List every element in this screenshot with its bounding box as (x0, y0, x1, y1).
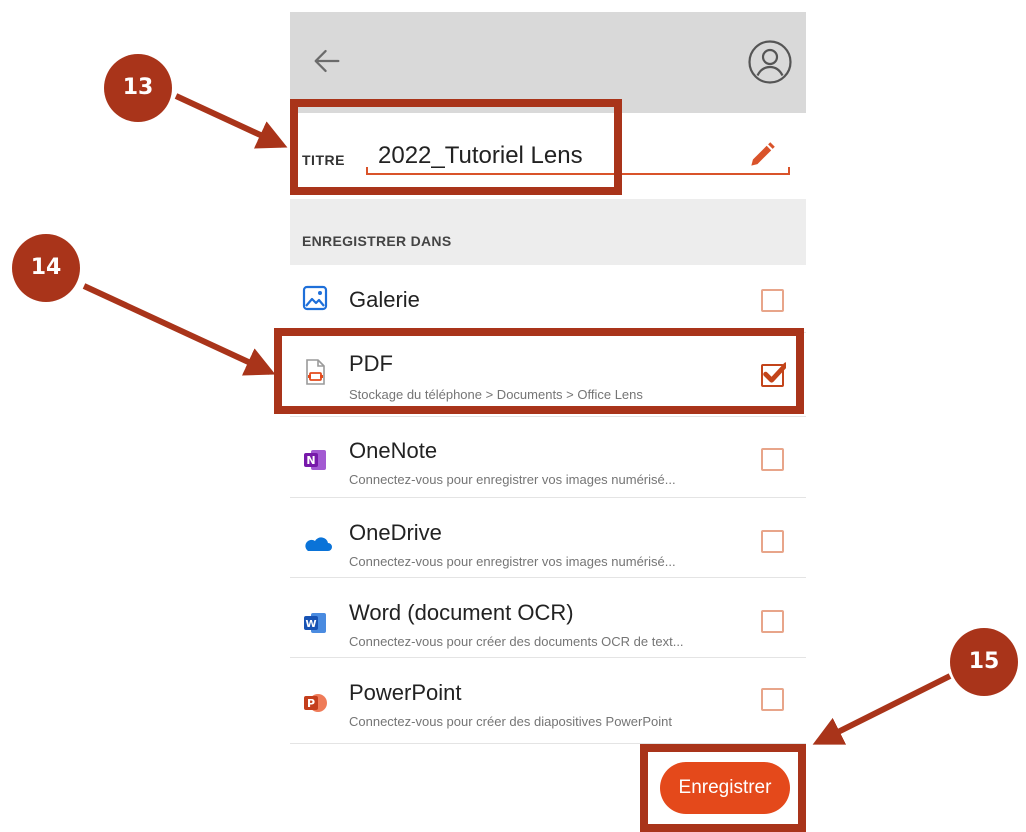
onenote-checkbox[interactable] (761, 448, 784, 471)
user-circle-icon[interactable] (747, 39, 793, 85)
powerpoint-icon: P (304, 694, 327, 712)
highlight-save-box (640, 744, 806, 832)
step-14-badge: 14 (12, 234, 80, 302)
destination-name: Word (document OCR) (349, 600, 574, 625)
powerpoint-checkbox[interactable] (761, 688, 784, 711)
onedrive-icon (305, 537, 332, 551)
step-15-badge: 15 (950, 628, 1018, 696)
arrow-to-title (174, 93, 288, 149)
svg-text:P: P (307, 697, 315, 710)
gallery-icon (302, 285, 328, 311)
word-icon: W (304, 613, 326, 633)
destination-subtitle: Connectez-vous pour enregistrer vos imag… (349, 554, 676, 569)
pencil-icon[interactable] (746, 139, 778, 171)
destination-galerie[interactable]: Galerie (290, 265, 806, 333)
svg-text:W: W (305, 619, 316, 630)
destination-powerpoint[interactable]: P PowerPoint Connectez-vous pour créer d… (290, 658, 806, 744)
galerie-checkbox[interactable] (761, 289, 784, 312)
save-in-section-header: ENREGISTRER DANS (290, 199, 806, 265)
destination-onedrive[interactable]: OneDrive Connectez-vous pour enregistrer… (290, 498, 806, 578)
destination-subtitle: Connectez-vous pour créer des diapositiv… (349, 714, 673, 729)
highlight-title-box (290, 99, 622, 195)
destination-name: PowerPoint (349, 680, 462, 705)
arrow-left-icon[interactable] (310, 44, 344, 78)
step-13-badge: 13 (104, 54, 172, 122)
destination-subtitle: Connectez-vous pour enregistrer vos imag… (349, 472, 676, 487)
word-checkbox[interactable] (761, 610, 784, 633)
destination-name: OneNote (349, 438, 438, 463)
top-app-bar (290, 12, 806, 113)
onenote-icon: N (304, 450, 326, 470)
onedrive-checkbox[interactable] (761, 530, 784, 553)
destination-onenote[interactable]: N OneNote Connectez-vous pour enregistre… (290, 417, 806, 498)
destination-subtitle: Connectez-vous pour créer des documents … (349, 634, 684, 649)
highlight-pdf-box (274, 328, 804, 414)
destination-name: OneDrive (349, 520, 442, 545)
destination-name: Galerie (349, 287, 420, 312)
arrow-to-save (812, 673, 952, 745)
svg-text:N: N (306, 454, 315, 467)
section-label: ENREGISTRER DANS (302, 233, 452, 249)
destination-word[interactable]: W Word (document OCR) Connectez-vous pou… (290, 578, 806, 658)
arrow-to-pdf (82, 283, 276, 376)
